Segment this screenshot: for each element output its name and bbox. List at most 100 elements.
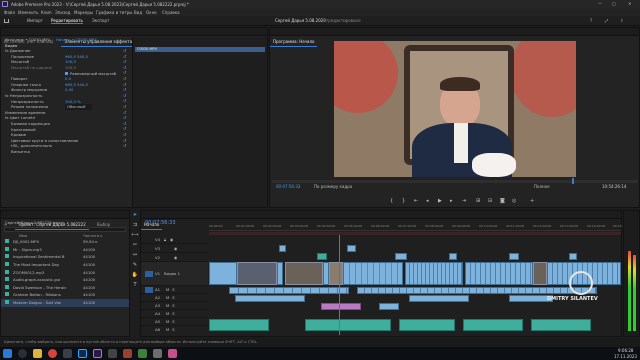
mark-out-icon[interactable]: }: [402, 197, 405, 205]
solo-icon[interactable]: S: [172, 303, 174, 308]
fit-select[interactable]: По размеру кадра: [314, 184, 352, 189]
app-icon[interactable]: [138, 349, 147, 358]
add-button-icon[interactable]: +: [530, 197, 534, 205]
menu-graphics[interactable]: Графика и титры: [96, 10, 132, 15]
uniform-scale-checkbox[interactable]: [65, 71, 68, 75]
menu-sequence[interactable]: Эпизод: [55, 10, 70, 15]
track-header-v1[interactable]: V1 Видео 1: [141, 262, 208, 286]
fullscreen-icon[interactable]: ⤢: [605, 18, 608, 23]
timeline-clip[interactable]: [235, 295, 305, 302]
slip-tool-icon[interactable]: ↔: [131, 250, 139, 260]
video-frame[interactable]: [334, 41, 576, 177]
effect-row[interactable]: Виньетка: [1, 149, 131, 155]
timeline-timecode[interactable]: 00:07:56:33: [145, 221, 176, 226]
tab-program[interactable]: Программа: Начало: [270, 38, 318, 47]
selection-tool-icon[interactable]: ➤: [131, 210, 139, 220]
photoshop-icon[interactable]: [78, 349, 87, 358]
windows-start-icon[interactable]: [3, 349, 12, 358]
timeline-playhead[interactable]: [339, 235, 340, 335]
mute-icon[interactable]: M: [166, 287, 169, 292]
step-back-icon[interactable]: ◂: [426, 197, 429, 205]
app-icon[interactable]: [168, 349, 177, 358]
step-forward-icon[interactable]: ▸: [450, 197, 453, 205]
timeline-clip[interactable]: [379, 303, 399, 310]
eye-icon[interactable]: ◉: [170, 237, 173, 242]
timeline-clip[interactable]: [533, 262, 547, 285]
solo-icon[interactable]: S: [172, 319, 174, 324]
track-header-a2[interactable]: A2 M S: [141, 294, 208, 302]
list-item[interactable]: David Swenson - The Heroic 44100: [1, 284, 129, 292]
menu-view[interactable]: Вид: [134, 10, 142, 15]
timeline-clip[interactable]: [209, 319, 269, 331]
menu-clip[interactable]: Клип: [41, 10, 52, 15]
track-target-v1[interactable]: [145, 271, 153, 277]
menu-help[interactable]: Справка: [162, 10, 180, 15]
timeline-clip[interactable]: [209, 262, 237, 285]
mute-icon[interactable]: M: [166, 319, 169, 324]
program-timecode[interactable]: 00:07:56:33: [276, 184, 300, 189]
file-explorer-icon[interactable]: [33, 349, 42, 358]
camera-app-icon[interactable]: [108, 349, 117, 358]
minimize-icon[interactable]: —: [598, 1, 602, 6]
track-header-a4[interactable]: A4 M S: [141, 310, 208, 318]
program-scrub-bar[interactable]: [272, 178, 638, 184]
blend-mode-select[interactable]: Обычный: [65, 104, 92, 110]
search-icon[interactable]: [18, 349, 27, 358]
quality-select[interactable]: Полное: [534, 184, 550, 189]
list-item[interactable]: Audio.graph.acoustic.gui 44100: [1, 276, 129, 284]
track-header-v3[interactable]: V3 ◉: [141, 244, 208, 253]
timeline-clip[interactable]: [409, 295, 469, 302]
overwrite-icon[interactable]: ⊟: [488, 197, 492, 205]
timeline-ruler[interactable]: 00:00:00 00:01:00:00 00:02:00:00 00:03:0…: [209, 221, 631, 231]
timeline-clip[interactable]: [305, 319, 391, 331]
effect-mini-timeline[interactable]: C0030.MP4: [132, 37, 267, 207]
timeline-clip[interactable]: [279, 245, 286, 252]
timeline-clip[interactable]: [509, 253, 519, 260]
vr-icon[interactable]: ◎: [512, 197, 516, 205]
track-header-a3[interactable]: A3 M S: [141, 302, 208, 310]
reset-icon[interactable]: ↺: [123, 143, 131, 149]
program-playhead[interactable]: [572, 178, 574, 184]
solo-icon[interactable]: S: [172, 295, 174, 300]
track-header-v2[interactable]: V2 ◉: [141, 253, 208, 262]
list-item[interactable]: DJI_0002.MP4 59,94 к: [1, 238, 129, 246]
list-item[interactable]: Maksim Dolgov - Salt Vox 44100: [1, 298, 129, 307]
tab-export[interactable]: Экспорт: [92, 18, 109, 23]
mark-in-icon[interactable]: {: [390, 197, 393, 205]
timeline-clip[interactable]: [463, 319, 523, 331]
help-icon[interactable]: ?: [590, 18, 592, 23]
timeline-clip[interactable]: [321, 303, 361, 310]
timeline-clip[interactable]: [277, 262, 283, 285]
solo-icon[interactable]: S: [172, 287, 174, 292]
menu-markers[interactable]: Маркеры: [74, 10, 93, 15]
track-target-a1[interactable]: [145, 287, 153, 293]
play-icon[interactable]: ▶: [438, 197, 442, 205]
timeline-clip[interactable]: [569, 253, 577, 260]
tab-import[interactable]: Импорт: [27, 18, 43, 23]
timeline-clip[interactable]: [317, 253, 327, 260]
timeline-clip[interactable]: [405, 262, 463, 285]
list-item[interactable]: Mr - Signs.mp3 44100: [1, 246, 129, 254]
home-icon[interactable]: [4, 19, 9, 23]
menu-window[interactable]: Окно: [146, 10, 157, 15]
menu-edit[interactable]: Изменить: [18, 10, 39, 15]
list-item[interactable]: Inspirational Sentimental B 44100: [1, 253, 129, 261]
insert-icon[interactable]: ⊞: [476, 197, 480, 205]
mini-clip[interactable]: C0030.MP4: [135, 47, 265, 52]
eye-icon[interactable]: ◉: [174, 255, 177, 260]
go-to-out-icon[interactable]: ⇥: [462, 197, 466, 205]
list-item[interactable]: ZOOM0012.mp3 44100: [1, 269, 129, 277]
eye-icon[interactable]: ◉: [174, 246, 177, 251]
track-header-a6[interactable]: A6 M S: [141, 326, 208, 334]
share-icon[interactable]: ⇪: [620, 18, 623, 23]
timeline-clip[interactable]: [329, 262, 343, 285]
timeline-clip[interactable]: [465, 262, 533, 285]
track-select-icon[interactable]: ⇉: [131, 220, 139, 230]
timeline-clip[interactable]: [347, 245, 356, 252]
media-icon[interactable]: [63, 349, 72, 358]
track-header-v4[interactable]: V4 🔒︎ ◉: [141, 235, 208, 244]
app-icon[interactable]: [123, 349, 132, 358]
timeline-clip[interactable]: [229, 287, 349, 294]
chrome-icon[interactable]: [48, 349, 57, 358]
timeline-clip[interactable]: [395, 253, 407, 260]
